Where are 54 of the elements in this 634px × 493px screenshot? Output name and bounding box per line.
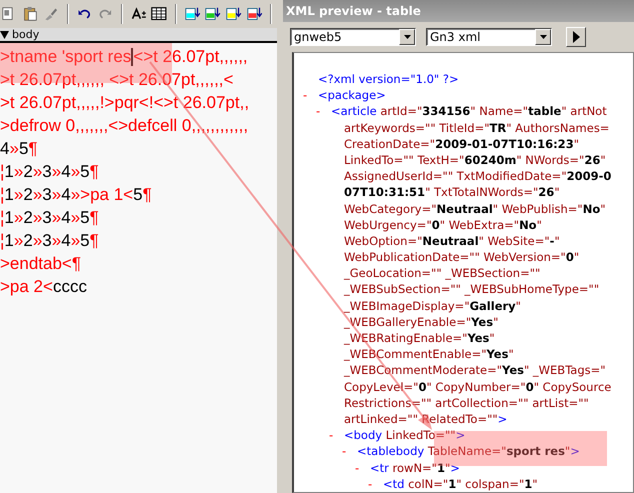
window-title: XML preview - table xyxy=(286,4,421,18)
code-line: ¦1»2»3»4»5¶ xyxy=(0,207,99,229)
collapse-toggle[interactable]: - xyxy=(329,427,344,444)
xml-line: _WEBImageDisplay="Gallery" xyxy=(344,298,521,313)
dropdown-arrow-icon xyxy=(404,35,410,39)
xml-line: <article artId="334156" Name="table" artNot xyxy=(331,103,607,120)
collapse-toggle[interactable]: - xyxy=(303,87,318,104)
xml-line: _GeoLocation="" _WEBSection="" xyxy=(344,266,540,280)
collapse-toggle[interactable]: - xyxy=(355,460,370,476)
xml-line: WebCategory="Neutraal" WebPublish="No" xyxy=(344,202,606,216)
xml-line: artLinked="" RelatedTo=""> xyxy=(344,412,508,426)
xml-line: _WEBRatingEnable="Yes" xyxy=(344,331,495,345)
code-line: >endtab<¶ xyxy=(0,253,81,275)
xml-line: Restrictions="" artCollection="" artList="" xyxy=(344,396,589,410)
collapse-toggle[interactable]: - xyxy=(368,476,383,492)
code-line: >defrow 0,,,,,,,<>defcell 0,,,,,,,,,,,, xyxy=(0,115,248,137)
code-line: >t 26.07pt,,,,,, <>t 26.07pt,,,,,,< xyxy=(0,69,234,91)
code-line: ¦1»2»3»4»5¶ xyxy=(0,230,99,252)
xml-line: <?xml version="1.0" ?> xyxy=(318,71,459,88)
code-line: >tname 'sport res xyxy=(0,46,132,68)
code-line: >t 26.07pt,,,,,!>pqr<!<>t 26.07pt,, xyxy=(0,92,250,114)
dropdown[interactable]: Gn3 xml xyxy=(426,28,552,46)
xml-line: <body LinkedTo=""> xyxy=(344,427,466,444)
xml-line: WebUrgency="0" WebExtra="No" xyxy=(344,218,542,232)
xml-line: <tr rowN="1"> xyxy=(370,460,460,476)
play-icon xyxy=(572,31,580,43)
collapse-toggle[interactable]: - xyxy=(342,443,357,460)
xml-line: CopyLevel="0" CopyNumber="0" CopySource xyxy=(344,380,612,394)
xml-line: 07T10:31:51" TxtTotalNWords="26" xyxy=(344,185,560,200)
dropdown[interactable]: gnweb5 xyxy=(290,28,416,46)
xml-line: LinkedTo="" TextH="60240m" NWords="26" xyxy=(344,152,606,167)
xml-line: WebPublicationDate="" WebVersion="0" xyxy=(344,250,580,264)
xml-line: CreationDate="2009-01-07T10:16:23" xyxy=(344,136,579,151)
section-label: body xyxy=(12,28,40,41)
xml-line: _WEBGalleryEnable="Yes" xyxy=(344,314,498,329)
play-button[interactable] xyxy=(566,27,586,47)
xml-line: AssignedUserId="" TxtModifiedDate="2009-0 xyxy=(344,169,612,184)
xml-line: _WEBSubSection="" _WEBSubHomeType="" xyxy=(344,282,600,296)
xml-line: <td colN="1" colspan="1" xyxy=(383,476,538,492)
code-line: ¦1»2»3»4»5¶ xyxy=(0,161,99,183)
xml-line: _WEBCommentEnable="Yes" xyxy=(344,347,514,362)
xml-line: WebOption="Neutraal" WebSite="-" xyxy=(344,234,560,248)
xml-line: <package> xyxy=(318,87,386,104)
code-line: ¦1»2»3»4»>pa 1<5¶ xyxy=(0,184,152,206)
expand-triangle-icon[interactable] xyxy=(0,30,9,38)
collapse-toggle[interactable]: - xyxy=(316,103,331,120)
xml-line: artKeywords="" TitleId="TR" AuthorsNames= xyxy=(344,120,610,135)
dropdown-arrow-icon xyxy=(540,35,546,39)
xml-line: <tablebody TableName="sport res"> xyxy=(357,443,580,460)
code-line: >pa 2<cccc xyxy=(0,276,87,298)
code-line: 4»5¶ xyxy=(0,138,38,160)
xml-line: _WEBCommentModerate="Yes" _WEBTags=" xyxy=(344,363,606,378)
code-line: <>t 26.07pt,,,,,, xyxy=(133,46,248,68)
text-cursor xyxy=(131,48,134,66)
